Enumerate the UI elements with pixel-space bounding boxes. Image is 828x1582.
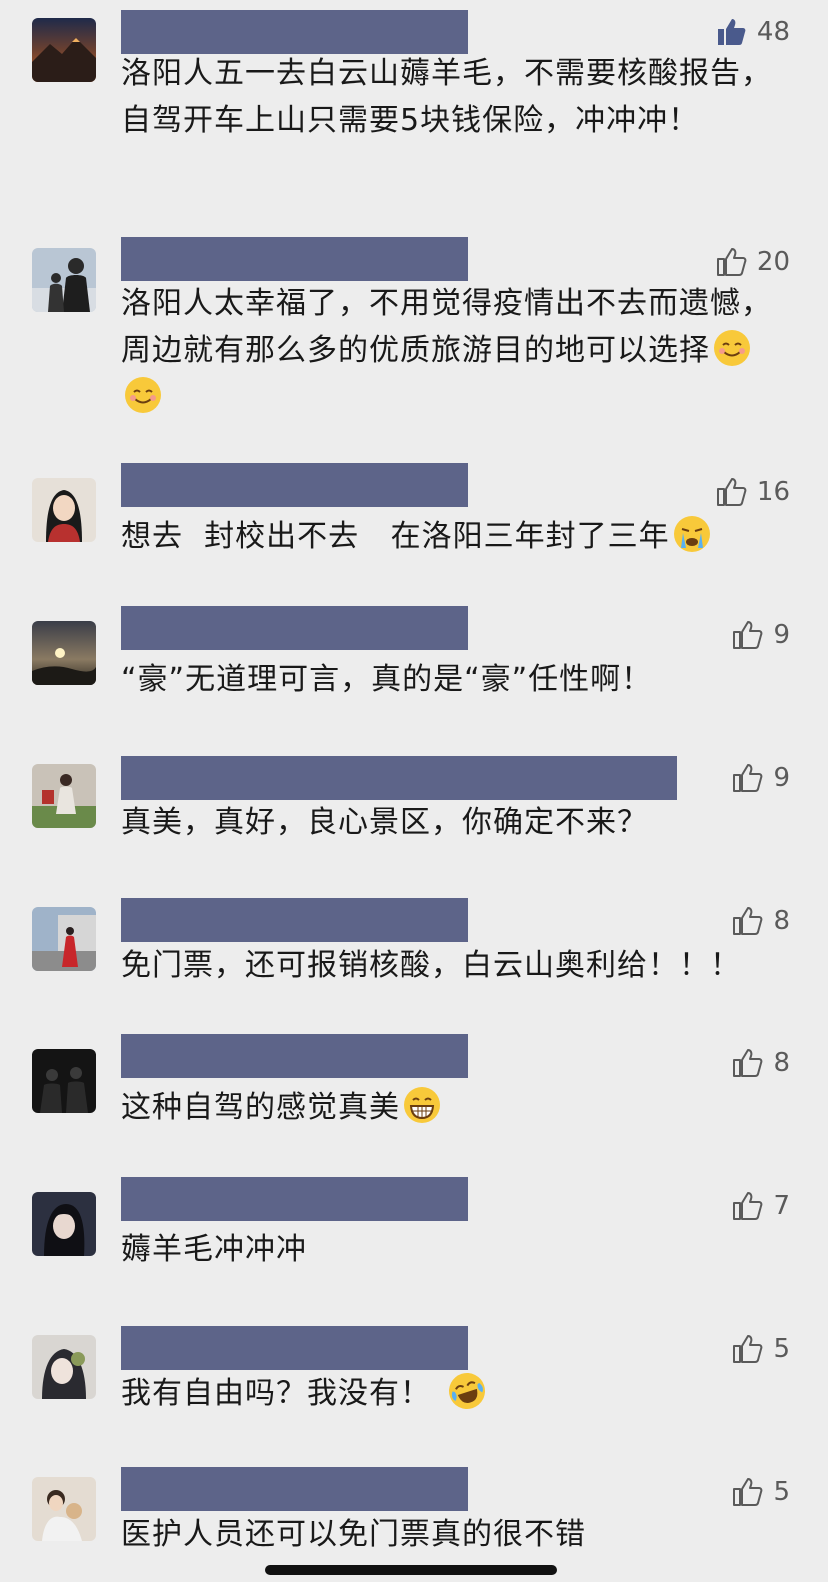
avatar[interactable] xyxy=(32,1477,96,1541)
comment-text: 洛阳人太幸福了，不用觉得疫情出不去而遗憾，周边就有那么多的优质旅游目的地可以选择 xyxy=(121,280,793,421)
like-count: 20 xyxy=(756,247,790,277)
like-button[interactable]: 5 xyxy=(731,1474,790,1510)
thumbs-up-icon xyxy=(731,762,763,794)
smiling-emoji-icon xyxy=(123,375,163,415)
comment-text-body: 我有自由吗？我没有！ xyxy=(121,1376,431,1411)
avatar[interactable] xyxy=(32,18,96,82)
like-count: 8 xyxy=(773,906,790,936)
comment-text: 真美，真好，良心景区，你确定不来？ xyxy=(121,805,648,840)
like-button[interactable]: 9 xyxy=(731,617,790,653)
thumbs-up-icon xyxy=(731,905,763,937)
redacted-username xyxy=(121,1177,468,1221)
redacted-username xyxy=(121,1326,468,1370)
laughing-crying-emoji-icon xyxy=(447,1371,487,1411)
comment-text: 我有自由吗？我没有！ xyxy=(121,1370,793,1417)
like-count: 48 xyxy=(756,17,790,47)
like-button[interactable]: 7 xyxy=(731,1188,790,1224)
redacted-username xyxy=(121,463,468,507)
comment-text: 薅羊毛冲冲冲 xyxy=(121,1232,307,1267)
comment-text: “豪”无道理可言，真的是“豪”任性啊！ xyxy=(121,662,653,697)
comment-text: 医护人员还可以免门票真的很不错 xyxy=(121,1517,586,1552)
crying-emoji-icon xyxy=(672,514,712,554)
redacted-username xyxy=(121,898,468,942)
like-count: 8 xyxy=(773,1048,790,1078)
like-count: 5 xyxy=(773,1334,790,1364)
like-button[interactable]: 20 xyxy=(715,244,790,280)
thumbs-up-icon xyxy=(731,619,763,651)
redacted-username xyxy=(121,10,468,54)
avatar[interactable] xyxy=(32,1335,96,1399)
comment-text-body: 想去 封校出不去 在洛阳三年封了三年 xyxy=(121,519,670,554)
comment-text: 洛阳人五一去白云山薅羊毛，不需要核酸报告，自驾开车上山只需要5块钱保险，冲冲冲！ xyxy=(121,56,772,138)
home-indicator[interactable] xyxy=(265,1565,557,1575)
thumbs-up-icon xyxy=(715,476,747,508)
like-count: 9 xyxy=(773,620,790,650)
avatar[interactable] xyxy=(32,1192,96,1256)
comment-text-body: 洛阳人太幸福了，不用觉得疫情出不去而遗憾，周边就有那么多的优质旅游目的地可以选择 xyxy=(121,286,772,368)
like-button[interactable]: 16 xyxy=(715,474,790,510)
redacted-username xyxy=(121,1034,468,1078)
thumbs-up-icon xyxy=(715,246,747,278)
like-count: 5 xyxy=(773,1477,790,1507)
redacted-username xyxy=(121,237,468,281)
redacted-username xyxy=(121,606,468,650)
like-button[interactable]: 9 xyxy=(731,760,790,796)
like-button[interactable]: 8 xyxy=(731,903,790,939)
like-count: 7 xyxy=(773,1191,790,1221)
avatar[interactable] xyxy=(32,478,96,542)
like-button[interactable]: 8 xyxy=(731,1045,790,1081)
avatar[interactable] xyxy=(32,907,96,971)
thumbs-up-icon xyxy=(731,1333,763,1365)
thumbs-up-icon xyxy=(731,1476,763,1508)
comment-text-body: 这种自驾的感觉真美 xyxy=(121,1090,400,1125)
avatar[interactable] xyxy=(32,1049,96,1113)
thumbs-up-icon xyxy=(715,16,747,48)
comment-text: 这种自驾的感觉真美 xyxy=(121,1084,793,1131)
comment-text: 想去 封校出不去 在洛阳三年封了三年 xyxy=(121,513,793,560)
grinning-emoji-icon xyxy=(402,1085,442,1125)
thumbs-up-icon xyxy=(731,1047,763,1079)
like-count: 16 xyxy=(756,477,790,507)
redacted-username xyxy=(121,756,677,800)
like-button[interactable]: 48 xyxy=(715,14,790,50)
like-button[interactable]: 5 xyxy=(731,1331,790,1367)
smiling-emoji-icon xyxy=(712,328,752,368)
avatar[interactable] xyxy=(32,248,96,312)
avatar[interactable] xyxy=(32,764,96,828)
avatar[interactable] xyxy=(32,621,96,685)
thumbs-up-icon xyxy=(731,1190,763,1222)
like-count: 9 xyxy=(773,763,790,793)
comment-text: 免门票，还可报销核酸，白云山奥利给！！！ xyxy=(121,948,741,983)
redacted-username xyxy=(121,1467,468,1511)
